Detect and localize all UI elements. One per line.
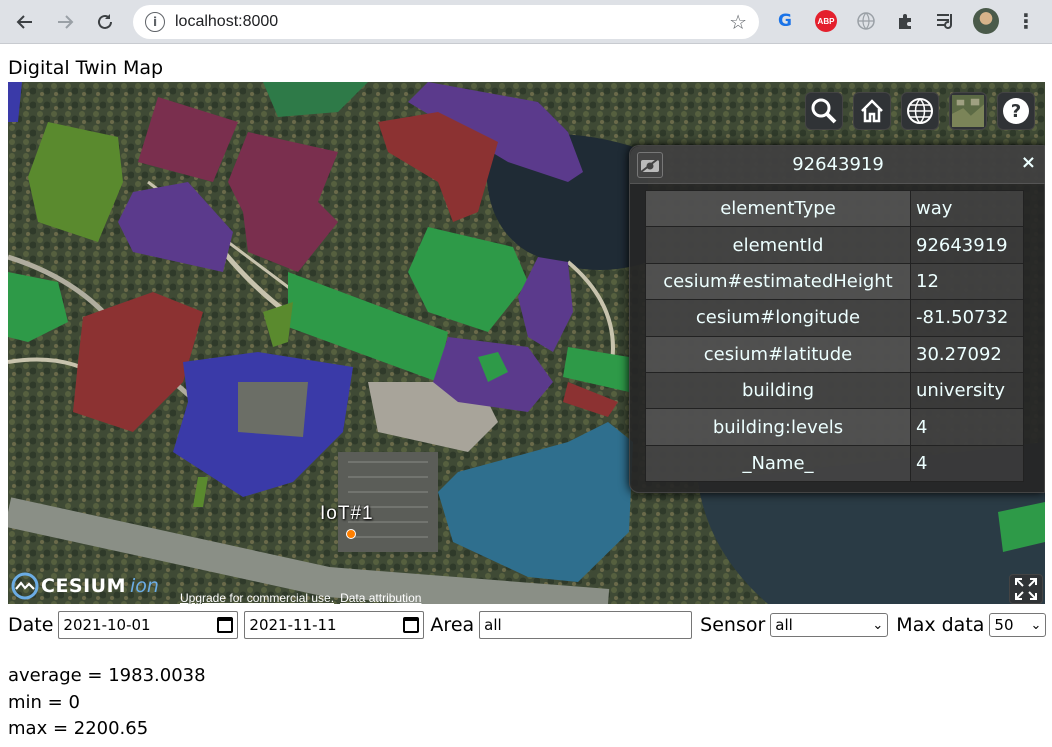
property-value: -81.50732 <box>910 299 1024 337</box>
cesium-logo-text: CESIUM <box>41 575 127 597</box>
stat-max: max = 2200.65 <box>8 718 149 739</box>
globe-extension-icon[interactable] <box>853 8 879 34</box>
cesium-map-viewer[interactable]: ? IoT#1 CESIUM ion Upgrade for commercia… <box>8 82 1045 604</box>
address-bar[interactable]: i localhost:8000 ☆ <box>133 5 759 39</box>
camera-lock-button[interactable] <box>637 152 663 178</box>
area-input[interactable]: all <box>479 611 693 639</box>
property-value: 30.27092 <box>910 335 1024 373</box>
navigation-help-button[interactable]: ? <box>997 92 1035 130</box>
property-key: elementType <box>645 189 911 228</box>
date-from-value: 2021-10-01 <box>63 616 151 634</box>
bookmark-star-icon[interactable]: ☆ <box>729 10 747 34</box>
table-row: cesium#estimatedHeight 12 <box>645 262 1024 301</box>
table-row: building university <box>645 371 1024 410</box>
imagery-thumbnail-icon <box>952 95 984 127</box>
property-value: 4 <box>910 408 1024 446</box>
area-value: all <box>484 616 502 634</box>
date-to-input[interactable]: 2021-11-11 <box>244 611 425 639</box>
help-icon: ? <box>1003 98 1029 124</box>
search-icon <box>811 98 837 124</box>
stat-min: min = 0 <box>8 691 80 713</box>
property-key: elementId <box>645 226 911 264</box>
property-key: building <box>645 371 911 410</box>
page-title: Digital Twin Map <box>8 57 164 79</box>
base-layer-picker[interactable] <box>949 92 987 130</box>
credits-bar: Upgrade for commercial use. Data attribut… <box>180 591 427 604</box>
cesium-ion-logo[interactable]: CESIUM ion <box>11 572 159 600</box>
property-value: 4 <box>910 444 1024 483</box>
reading-list-icon[interactable] <box>933 8 959 34</box>
infobox-title-bar: 92643919 × <box>630 146 1045 184</box>
scene-mode-button[interactable] <box>901 92 939 130</box>
fullscreen-icon <box>1015 578 1037 600</box>
upgrade-link[interactable]: Upgrade for commercial use. <box>180 591 334 604</box>
maxdata-label: Max data <box>896 614 985 636</box>
date-to-value: 2021-11-11 <box>249 616 337 634</box>
camera-icon <box>640 157 660 173</box>
google-translate-icon[interactable]: G <box>772 8 798 34</box>
close-icon[interactable]: × <box>1021 152 1036 173</box>
iot-sensor-label[interactable]: IoT#1 <box>320 503 374 525</box>
maxdata-select[interactable]: 50 ⌄ <box>989 613 1047 637</box>
home-icon <box>861 99 883 123</box>
infobox-title: 92643919 <box>792 154 884 175</box>
more-menu-icon[interactable]: ⋮ <box>1013 8 1039 34</box>
reload-icon[interactable] <box>89 6 121 38</box>
stat-average: average = 1983.0038 <box>8 665 206 686</box>
property-key: building:levels <box>645 408 911 446</box>
site-info-icon[interactable]: i <box>145 12 165 32</box>
date-label: Date <box>8 614 54 636</box>
extensions-puzzle-icon[interactable] <box>893 8 919 34</box>
chevron-down-icon: ⌄ <box>872 617 884 633</box>
url-text: localhost:8000 <box>175 13 279 30</box>
property-value: university <box>910 371 1024 410</box>
table-row: cesium#latitude 30.27092 <box>645 335 1024 373</box>
property-key: _Name_ <box>645 444 911 483</box>
geocoder-search-button[interactable] <box>805 92 843 130</box>
properties-table: elementType way elementId 92643919 cesium#… <box>645 189 1024 483</box>
property-value: way <box>910 189 1024 228</box>
calendar-icon[interactable] <box>217 617 234 633</box>
date-from-input[interactable]: 2021-10-01 <box>58 611 239 639</box>
forward-arrow-icon[interactable] <box>49 6 81 38</box>
fullscreen-button[interactable] <box>1009 574 1043 604</box>
browser-toolbar: i localhost:8000 ☆ G ABP ⋮ <box>0 0 1052 44</box>
svg-text:?: ? <box>1011 101 1021 122</box>
back-arrow-icon[interactable] <box>9 6 41 38</box>
feature-infobox: 92643919 × elementType way elementId 92643… <box>629 145 1045 493</box>
cesium-logo-icon <box>11 572 39 600</box>
filter-controls: Date 2021-10-01 2021-11-11 Area all Sens… <box>8 610 1047 640</box>
data-attribution-link[interactable]: Data attribution <box>340 591 421 604</box>
globe-icon <box>907 98 933 124</box>
property-key: cesium#longitude <box>645 299 911 337</box>
sensor-label: Sensor <box>700 614 766 636</box>
property-key: cesium#latitude <box>645 335 911 373</box>
table-row: elementId 92643919 <box>645 226 1024 264</box>
adblock-plus-icon[interactable]: ABP <box>815 10 837 32</box>
property-key: cesium#estimatedHeight <box>645 262 911 301</box>
table-row: _Name_ 4 <box>645 444 1024 483</box>
table-row: elementType way <box>645 189 1024 228</box>
property-value: 92643919 <box>910 226 1024 264</box>
stats-panel: average = 1983.0038 min = 0 max = 2200.6… <box>8 663 206 743</box>
calendar-icon[interactable] <box>403 617 420 633</box>
chevron-down-icon: ⌄ <box>1030 617 1042 633</box>
iot-sensor-marker[interactable] <box>346 529 356 539</box>
maxdata-selected: 50 <box>994 616 1014 634</box>
table-row: building:levels 4 <box>645 408 1024 446</box>
sensor-selected: all <box>775 616 793 634</box>
area-label: Area <box>430 614 475 636</box>
home-button[interactable] <box>853 92 891 130</box>
table-row: cesium#longitude -81.50732 <box>645 299 1024 337</box>
profile-avatar[interactable] <box>973 8 999 34</box>
cesium-ion-text: ion <box>130 575 159 597</box>
property-value: 12 <box>910 262 1024 301</box>
sensor-select[interactable]: all ⌄ <box>770 613 889 637</box>
